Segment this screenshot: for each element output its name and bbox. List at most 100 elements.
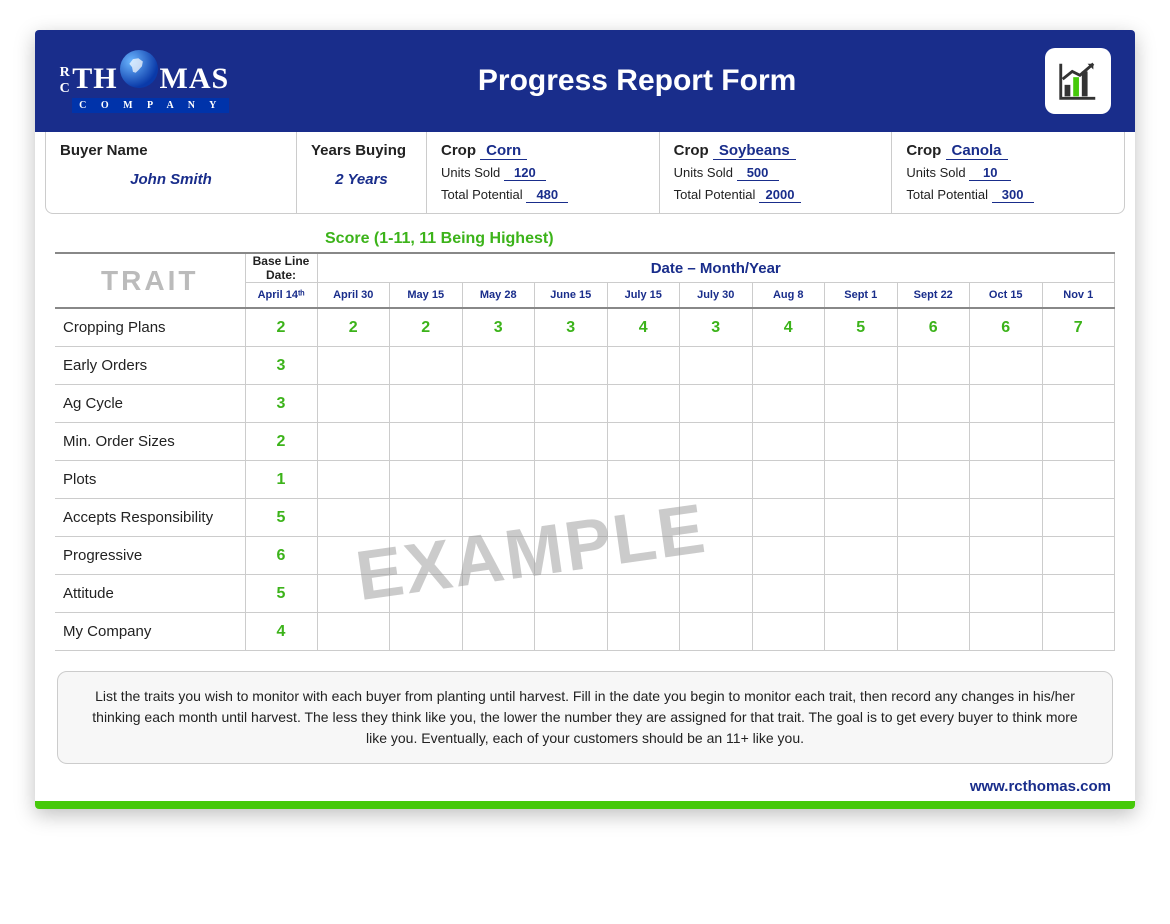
score-cell: 4 <box>607 308 680 347</box>
score-cell: 6 <box>897 308 970 347</box>
score-cell: 3 <box>462 308 535 347</box>
trait-name: Early Orders <box>55 347 245 385</box>
trait-name: Attitude <box>55 575 245 613</box>
score-cell <box>535 537 608 575</box>
crop-potential: Total Potential 2000 <box>674 187 878 203</box>
score-cell <box>390 347 463 385</box>
score-cell <box>825 461 898 499</box>
score-cell <box>607 385 680 423</box>
trait-name: Ag Cycle <box>55 385 245 423</box>
score-cell <box>317 461 390 499</box>
score-cell <box>607 613 680 651</box>
score-cell <box>825 347 898 385</box>
score-cell <box>535 575 608 613</box>
baseline-score: 3 <box>245 385 317 423</box>
table-row: Early Orders3 <box>55 347 1115 385</box>
score-cell <box>897 461 970 499</box>
trait-name: Min. Order Sizes <box>55 423 245 461</box>
score-cell <box>897 423 970 461</box>
baseline-score: 5 <box>245 575 317 613</box>
logo-rc: RC <box>59 65 70 97</box>
years-cell: Years Buying 2 Years <box>296 132 426 213</box>
score-cell <box>607 499 680 537</box>
score-cell <box>535 423 608 461</box>
score-cell <box>752 347 825 385</box>
score-cell <box>680 499 753 537</box>
score-cell <box>462 461 535 499</box>
score-cell: 5 <box>825 308 898 347</box>
date-col: May 28 <box>462 283 535 309</box>
date-col: Aug 8 <box>752 283 825 309</box>
score-cell <box>752 461 825 499</box>
date-col: May 15 <box>390 283 463 309</box>
table-row: Ag Cycle3 <box>55 385 1115 423</box>
score-cell <box>897 613 970 651</box>
trait-name: Cropping Plans <box>55 308 245 347</box>
score-cell <box>607 537 680 575</box>
table-row: Min. Order Sizes2 <box>55 423 1115 461</box>
table-wrap: EXAMPLE TRAIT Base Line Date: Date – Mon… <box>35 252 1135 651</box>
buyer-cell: Buyer Name John Smith <box>46 132 296 213</box>
date-col: June 15 <box>535 283 608 309</box>
date-col: July 15 <box>607 283 680 309</box>
score-cell <box>390 461 463 499</box>
trait-name: My Company <box>55 613 245 651</box>
score-cell <box>1042 499 1115 537</box>
baseline-score: 2 <box>245 308 317 347</box>
score-cell <box>1042 385 1115 423</box>
score-cell <box>970 575 1043 613</box>
company-logo: RC THMAS C O M P A N Y <box>59 50 229 113</box>
info-row: Buyer Name John Smith Years Buying 2 Yea… <box>45 132 1125 214</box>
score-cell <box>535 385 608 423</box>
crop-cell-2: Crop Canola Units Sold 10 Total Potentia… <box>891 132 1124 213</box>
buyer-value: John Smith <box>60 171 282 188</box>
date-col: Nov 1 <box>1042 283 1115 309</box>
score-cell <box>825 423 898 461</box>
baseline-score: 5 <box>245 499 317 537</box>
score-cell <box>752 537 825 575</box>
table-row: My Company4 <box>55 613 1115 651</box>
crop-label: Crop <box>674 142 709 159</box>
crop-name: Corn <box>480 142 527 160</box>
baseline-score: 1 <box>245 461 317 499</box>
crop-units: Units Sold 10 <box>906 165 1110 181</box>
score-cell: 2 <box>317 308 390 347</box>
score-cell <box>970 537 1043 575</box>
score-cell <box>462 347 535 385</box>
report-form: RC THMAS C O M P A N Y Progress Report F… <box>35 30 1135 809</box>
baseline-score: 6 <box>245 537 317 575</box>
score-cell <box>535 347 608 385</box>
score-cell <box>680 575 753 613</box>
score-cell <box>317 499 390 537</box>
score-cell <box>970 423 1043 461</box>
score-cell <box>825 537 898 575</box>
score-cell <box>897 385 970 423</box>
chart-icon <box>1045 48 1111 114</box>
score-cell <box>462 499 535 537</box>
score-cell <box>680 385 753 423</box>
score-cell <box>970 385 1043 423</box>
baseline-score: 2 <box>245 423 317 461</box>
score-cell <box>462 537 535 575</box>
score-cell <box>390 499 463 537</box>
score-cell <box>825 499 898 537</box>
crop-name: Soybeans <box>713 142 796 160</box>
logo-text-wrap: THMAS C O M P A N Y <box>72 50 229 113</box>
score-cell <box>1042 613 1115 651</box>
table-row: Progressive6 <box>55 537 1115 575</box>
baseline-header: Base Line Date: <box>245 253 317 283</box>
crop-units: Units Sold 500 <box>674 165 878 181</box>
score-cell <box>825 613 898 651</box>
score-cell: 2 <box>390 308 463 347</box>
table-body: Cropping Plans222334345667Early Orders3A… <box>55 308 1115 651</box>
score-cell <box>752 613 825 651</box>
table-row: Accepts Responsibility5 <box>55 499 1115 537</box>
score-cell <box>825 575 898 613</box>
score-cell <box>680 461 753 499</box>
score-cell: 3 <box>535 308 608 347</box>
score-cell <box>535 613 608 651</box>
score-cell <box>462 575 535 613</box>
score-cell <box>607 423 680 461</box>
score-cell <box>317 575 390 613</box>
score-cell <box>390 385 463 423</box>
